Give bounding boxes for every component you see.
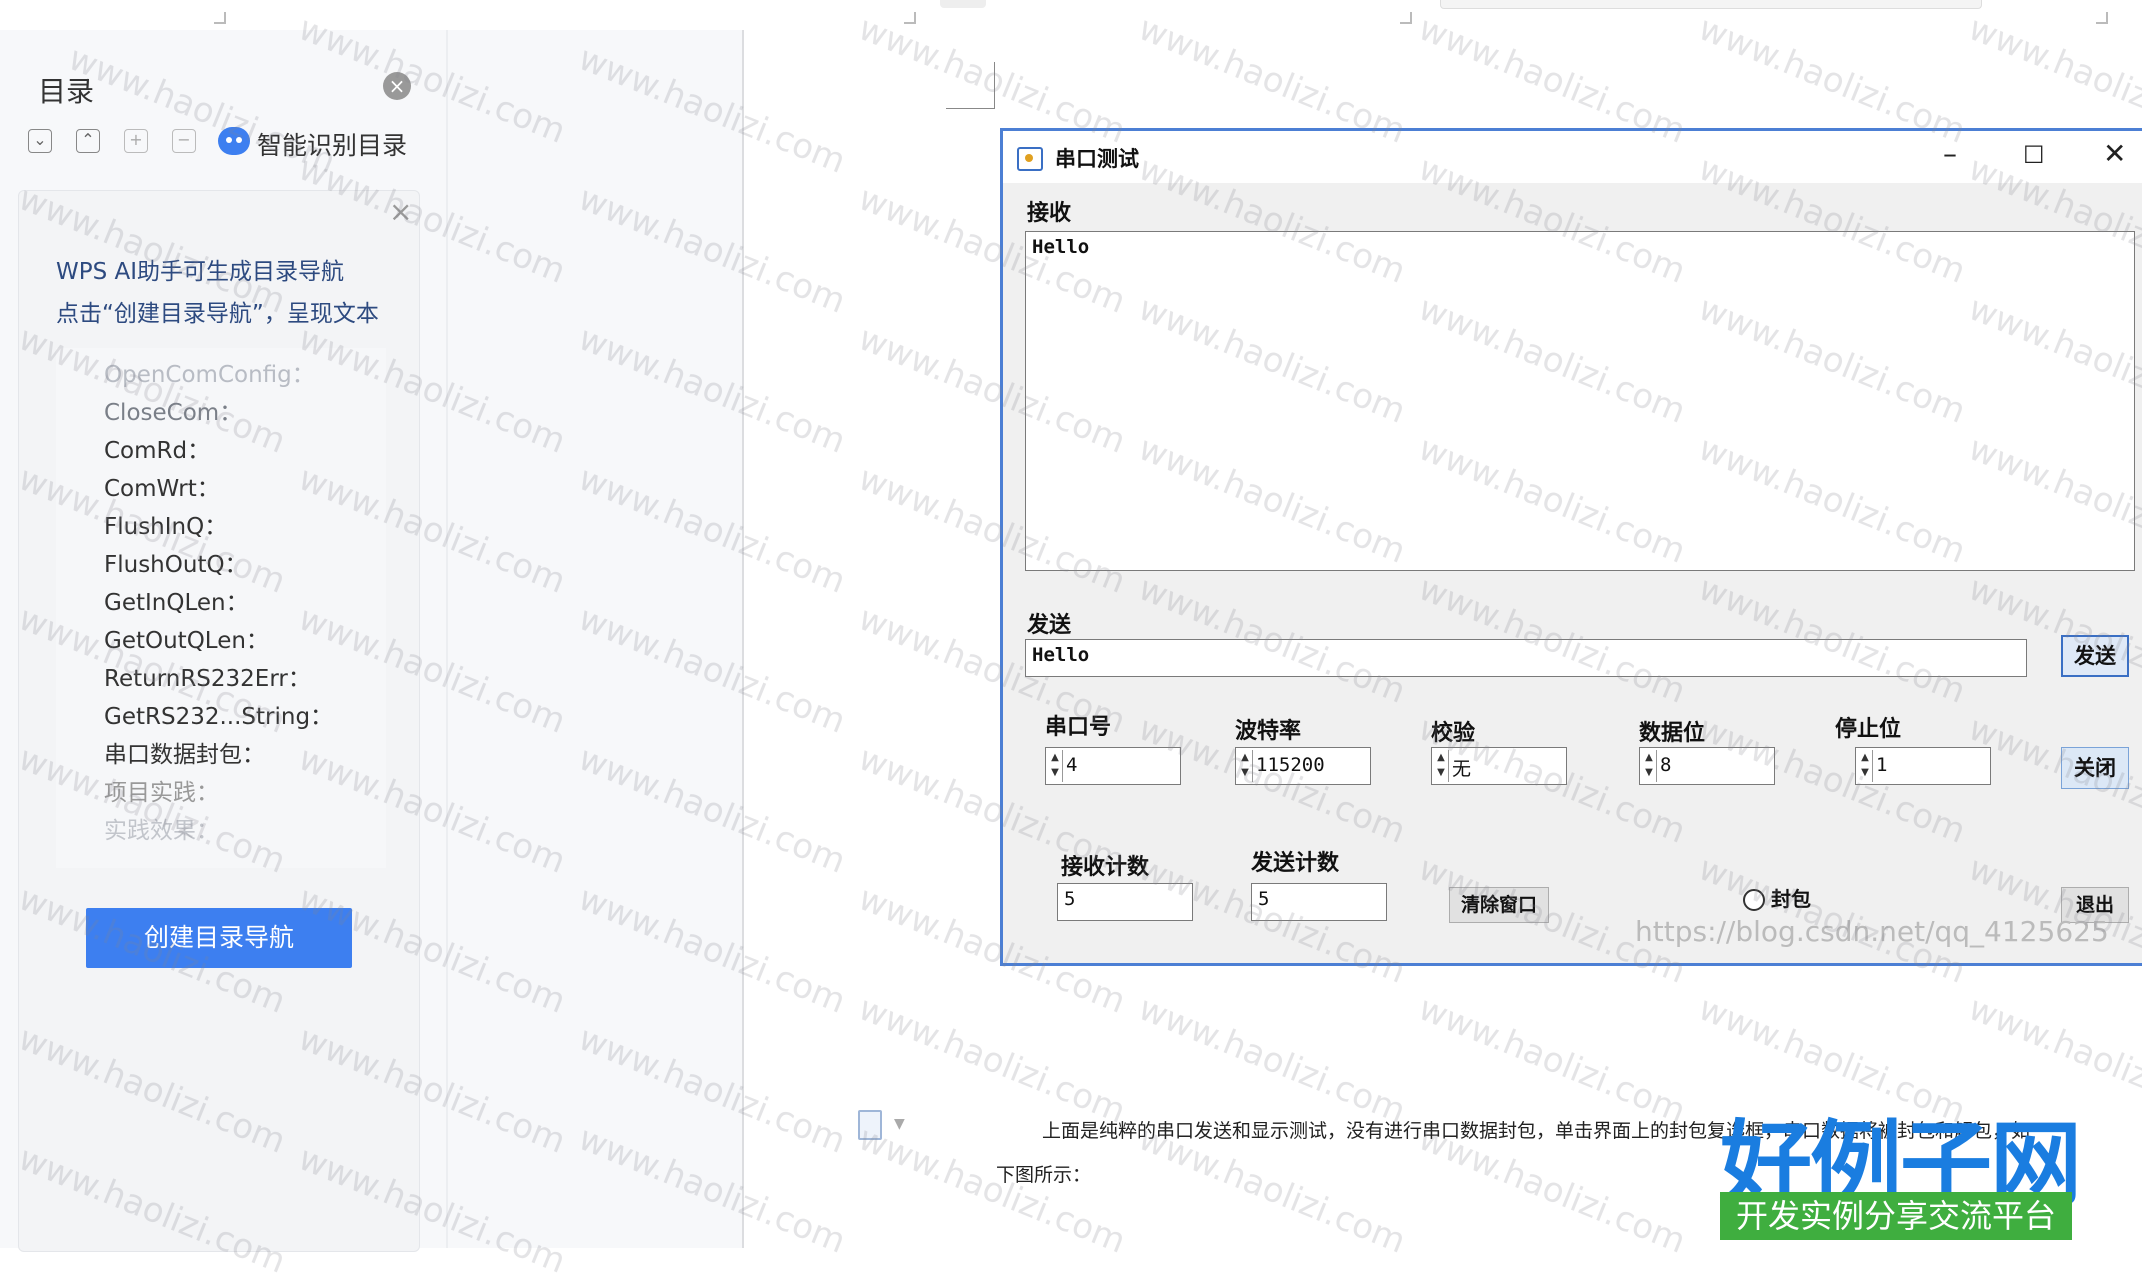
stopbits-label: 停止位 [1835,717,1902,742]
blog-watermark: https://blog.csdn.net/qq_4125625 [1635,915,2109,948]
send-input[interactable]: Hello [1025,639,2027,677]
send-count-field: 5 [1251,883,1387,921]
spinner-arrows-icon[interactable]: ▲ ▼ [1048,750,1063,782]
toc-title: 目录 [38,75,95,108]
dropdown-arrow-icon[interactable]: ▼ [894,1116,905,1132]
toc-item[interactable]: GetOutQLen： [104,621,269,655]
smart-toc-button[interactable]: 智能识别目录 [257,126,407,162]
toc-item[interactable]: ReturnRS232Err： [104,659,311,693]
databits-value: 8 [1660,754,1672,776]
clear-window-button[interactable]: 清除窗口 [1449,887,1549,923]
remove-level-icon[interactable]: − [172,129,196,153]
app-icon [1017,147,1043,171]
ai-assistant-icon[interactable] [218,127,250,155]
spinner-arrows-icon[interactable]: ▲ ▼ [1238,750,1253,782]
recv-count-field: 5 [1057,883,1193,921]
receive-label: 接收 [1027,201,1072,226]
toc-item[interactable]: GetInQLen： [104,583,249,617]
spinner-arrows-icon[interactable]: ▲ ▼ [1642,750,1657,782]
toc-item[interactable]: CloseCom： [104,393,242,427]
port-value: 4 [1066,754,1078,776]
spinner-arrows-icon[interactable]: ▲ ▼ [1858,750,1873,782]
ruler-mark [214,12,226,24]
spinner-arrows-icon[interactable]: ▲ ▼ [1434,750,1449,782]
packet-radio[interactable] [1743,889,1765,911]
close-icon[interactable]: ✕ [2103,137,2126,170]
databits-spinner[interactable]: ▲ ▼ 8 [1639,747,1775,785]
parity-spinner[interactable]: ▲ ▼ 无 [1431,747,1567,785]
toc-item[interactable]: 实践效果： [104,811,219,845]
close-port-button[interactable]: 关闭 [2061,747,2129,789]
ai-prompt-line-1: WPS AI助手可生成目录导航 [56,259,345,285]
toc-sidebar: 目录 × ⌄ ⌃ + − 智能识别目录 × WPS AI助手可生成目录导航 点击… [0,30,744,1252]
toc-item[interactable]: GetRS232...String： [104,697,333,731]
recv-count-label: 接收计数 [1061,855,1150,880]
window-titlebar: 串口测试 – ☐ ✕ [1003,131,2142,183]
toc-item[interactable]: 项目实践： [104,773,219,807]
document-icon[interactable] [858,1110,882,1140]
port-spinner[interactable]: ▲ ▼ 4 [1045,747,1181,785]
collapse-all-icon[interactable]: ⌃ [76,129,100,153]
baud-label: 波特率 [1235,719,1302,744]
toc-item[interactable]: 串口数据封包： [104,735,265,769]
search-box-stub[interactable] [1440,0,1982,9]
send-count-label: 发送计数 [1251,851,1340,876]
minimize-icon[interactable]: – [1943,137,1957,170]
create-toc-button[interactable]: 创建目录导航 [86,908,352,968]
send-button[interactable]: 发送 [2061,635,2129,677]
toc-item[interactable]: OpenComConfig： [104,355,315,389]
add-level-icon[interactable]: + [124,129,148,153]
ruler-mark [1400,12,1412,24]
brand-tagline: 开发实例分享交流平台 [1720,1192,2072,1240]
baud-value: 115200 [1256,754,1325,776]
packet-label: 封包 [1771,887,1811,911]
ai-prompt-line-2: 点击“创建目录导航”，呈现文本 [56,301,379,327]
close-icon[interactable]: × [389,197,412,227]
expand-all-icon[interactable]: ⌄ [28,129,52,153]
databits-label: 数据位 [1639,721,1706,746]
port-label: 串口号 [1045,715,1112,740]
sidebar-divider [446,30,448,1248]
receive-textarea[interactable]: Hello [1025,231,2135,571]
toc-item[interactable]: FlushInQ： [104,507,227,541]
send-label: 发送 [1027,613,1072,638]
ruler-mark [904,12,916,24]
paragraph-text[interactable]: 下图所示： [996,1160,1091,1187]
top-toolbar-strip [0,0,2142,31]
toc-item[interactable]: ComWrt： [104,469,220,503]
window-title: 串口测试 [1055,147,1139,171]
parity-value: 无 [1452,758,1472,780]
parity-label: 校验 [1431,721,1476,746]
maximize-icon[interactable]: ☐ [2023,141,2045,169]
stopbits-spinner[interactable]: ▲ ▼ 1 [1855,747,1991,785]
serial-test-window: 串口测试 – ☐ ✕ 接收 Hello 发送 Hello 发送 串口号 ▲ ▼ 4… [1000,128,2142,966]
toc-item[interactable]: FlushOutQ： [104,545,248,579]
baud-spinner[interactable]: ▲ ▼ 115200 [1235,747,1371,785]
stopbits-value: 1 [1876,754,1888,776]
ruler-mark [2096,12,2108,24]
page-corner-mark [946,62,995,109]
tab-stub[interactable] [940,0,986,8]
toc-item[interactable]: ComRd： [104,431,210,465]
close-icon[interactable]: × [383,72,411,100]
